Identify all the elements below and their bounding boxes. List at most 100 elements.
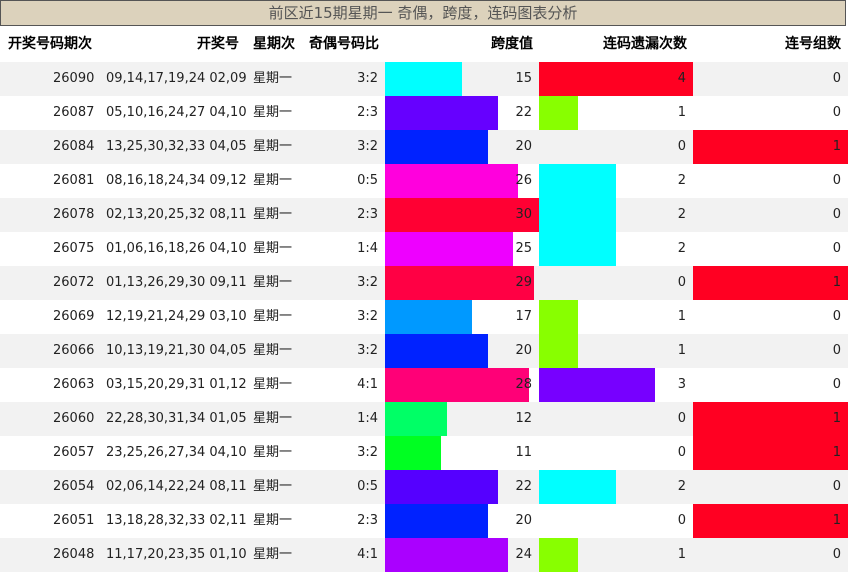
miss-value: 0: [677, 411, 686, 426]
numbers-cell: 22,28,30,31,34 01,05: [106, 411, 247, 426]
numbers-cell: 23,25,26,27,34 04,10: [106, 445, 247, 460]
period-cell: 26078: [53, 207, 95, 222]
header-weekday: 星期次: [253, 36, 295, 52]
odd-even-cell: 3:2: [357, 343, 378, 358]
miss-value: 0: [677, 275, 686, 290]
period-cell: 26069: [53, 309, 95, 324]
numbers-cell: 13,18,28,32,33 02,11: [106, 513, 247, 528]
groups-value: 1: [832, 445, 841, 460]
period-cell: 26051: [53, 513, 95, 528]
miss-value: 4: [677, 71, 686, 86]
numbers-cell: 10,13,19,21,30 04,05: [106, 343, 247, 358]
span-value: 29: [515, 275, 532, 290]
table-row: 26075 01,06,16,18,26 04,10 星期一 1:4 25 2 0: [0, 232, 848, 266]
weekday-cell: 星期一: [253, 105, 293, 120]
span-value: 24: [515, 547, 532, 562]
table-row: 26057 23,25,26,27,34 04,10 星期一 3:2 11 0 1: [0, 436, 848, 470]
table-row: 26087 05,10,16,24,27 04,10 星期一 2:3 22 1 0: [0, 96, 848, 130]
odd-even-cell: 3:2: [357, 309, 378, 324]
miss-value: 2: [677, 479, 686, 494]
odd-even-cell: 4:1: [357, 547, 378, 562]
miss-value: 2: [677, 173, 686, 188]
miss-value: 0: [677, 445, 686, 460]
numbers-cell: 13,25,30,32,33 04,05: [106, 139, 247, 154]
miss-value: 1: [677, 547, 686, 562]
weekday-cell: 星期一: [253, 377, 293, 392]
period-cell: 26057: [53, 445, 95, 460]
miss-value: 2: [677, 207, 686, 222]
odd-even-cell: 1:4: [357, 411, 378, 426]
groups-value: 0: [832, 343, 841, 358]
miss-value: 2: [677, 241, 686, 256]
groups-value: 0: [832, 173, 841, 188]
table-row: 26084 13,25,30,32,33 04,05 星期一 3:2 20 0 1: [0, 130, 848, 164]
weekday-cell: 星期一: [253, 513, 293, 528]
span-value: 25: [515, 241, 532, 256]
weekday-cell: 星期一: [253, 139, 293, 154]
numbers-cell: 01,06,16,18,26 04,10: [106, 241, 247, 256]
table-row: 26090 09,14,17,19,24 02,09 星期一 3:2 15 4 0: [0, 62, 848, 96]
weekday-cell: 星期一: [253, 275, 293, 290]
weekday-cell: 星期一: [253, 479, 293, 494]
data-table: 26090 09,14,17,19,24 02,09 星期一 3:2 15 4 0 26087…: [0, 62, 848, 572]
weekday-cell: 星期一: [253, 309, 293, 324]
table-row: 26072 01,13,26,29,30 09,11 星期一 3:2 29 0 1: [0, 266, 848, 300]
odd-even-cell: 2:3: [357, 207, 378, 222]
span-value: 17: [515, 309, 532, 324]
period-cell: 26066: [53, 343, 95, 358]
groups-value: 0: [832, 547, 841, 562]
odd-even-cell: 3:2: [357, 445, 378, 460]
period-cell: 26054: [53, 479, 95, 494]
groups-value: 1: [832, 139, 841, 154]
numbers-cell: 11,17,20,23,35 01,10: [106, 547, 247, 562]
numbers-cell: 05,10,16,24,27 04,10: [106, 105, 247, 120]
header-numbers: 开奖号: [197, 36, 239, 52]
miss-value: 1: [677, 105, 686, 120]
odd-even-cell: 4:1: [357, 377, 378, 392]
odd-even-cell: 0:5: [357, 173, 378, 188]
groups-value: 0: [832, 105, 841, 120]
groups-value: 1: [832, 411, 841, 426]
numbers-cell: 09,14,17,19,24 02,09: [106, 71, 247, 86]
odd-even-cell: 3:2: [357, 139, 378, 154]
miss-value: 0: [677, 513, 686, 528]
weekday-cell: 星期一: [253, 411, 293, 426]
period-cell: 26081: [53, 173, 95, 188]
numbers-cell: 03,15,20,29,31 01,12: [106, 377, 247, 392]
weekday-cell: 星期一: [253, 445, 293, 460]
groups-value: 0: [832, 309, 841, 324]
numbers-cell: 12,19,21,24,29 03,10: [106, 309, 247, 324]
groups-value: 1: [832, 513, 841, 528]
table-header: 开奖号码期次 开奖号 星期次 奇偶号码比 跨度值 连码遗漏次数 连号组数: [0, 27, 848, 61]
header-span: 跨度值: [491, 36, 533, 52]
table-row: 26051 13,18,28,32,33 02,11 星期一 2:3 20 0 1: [0, 504, 848, 538]
weekday-cell: 星期一: [253, 173, 293, 188]
groups-value: 0: [832, 241, 841, 256]
span-value: 20: [515, 343, 532, 358]
table-row: 26069 12,19,21,24,29 03,10 星期一 3:2 17 1 0: [0, 300, 848, 334]
chart-title: 前区近15期星期一 奇偶，跨度，连码图表分析: [0, 0, 846, 26]
header-odd-even: 奇偶号码比: [309, 36, 379, 52]
odd-even-cell: 1:4: [357, 241, 378, 256]
span-value: 26: [515, 173, 532, 188]
odd-even-cell: 3:2: [357, 71, 378, 86]
table-row: 26066 10,13,19,21,30 04,05 星期一 3:2 20 1 0: [0, 334, 848, 368]
span-value: 12: [515, 411, 532, 426]
period-cell: 26048: [53, 547, 95, 562]
numbers-cell: 01,13,26,29,30 09,11: [106, 275, 247, 290]
numbers-cell: 08,16,18,24,34 09,12: [106, 173, 247, 188]
span-value: 20: [515, 513, 532, 528]
table-row: 26063 03,15,20,29,31 01,12 星期一 4:1 28 3 0: [0, 368, 848, 402]
header-period: 开奖号码期次: [8, 36, 92, 52]
weekday-cell: 星期一: [253, 241, 293, 256]
groups-value: 0: [832, 377, 841, 392]
miss-value: 1: [677, 309, 686, 324]
period-cell: 26075: [53, 241, 95, 256]
groups-value: 0: [832, 71, 841, 86]
groups-value: 1: [832, 275, 841, 290]
weekday-cell: 星期一: [253, 547, 293, 562]
period-cell: 26060: [53, 411, 95, 426]
numbers-cell: 02,06,14,22,24 08,11: [106, 479, 247, 494]
header-consec-groups: 连号组数: [785, 36, 841, 52]
odd-even-cell: 0:5: [357, 479, 378, 494]
